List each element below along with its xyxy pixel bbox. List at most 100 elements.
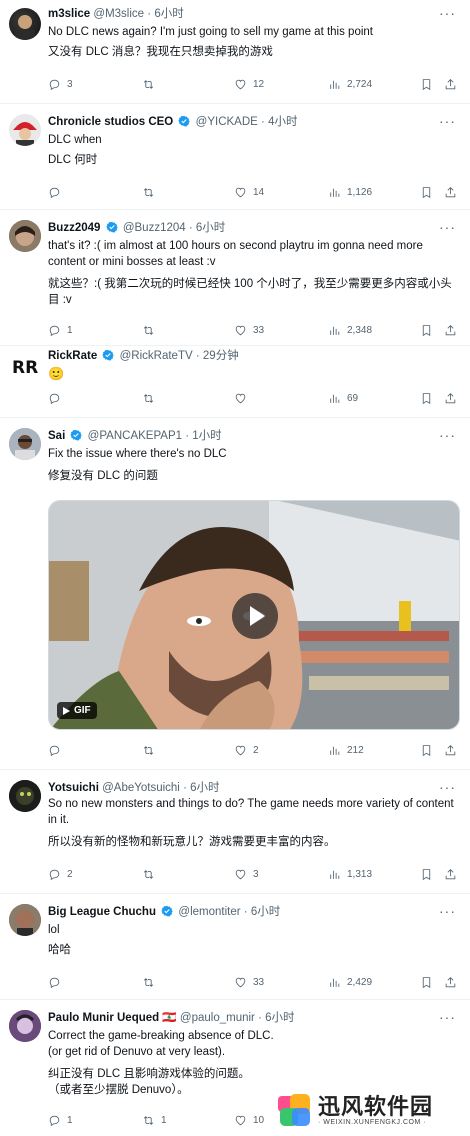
- reply-button[interactable]: [48, 392, 67, 405]
- more-options-icon[interactable]: ···: [439, 1010, 456, 1024]
- retweet-button[interactable]: [142, 324, 161, 337]
- timestamp[interactable]: 6小时: [251, 906, 280, 918]
- display-name[interactable]: m3slice: [48, 8, 90, 20]
- retweet-button[interactable]: 1: [142, 1114, 167, 1127]
- views-button[interactable]: 2,724: [328, 78, 372, 91]
- bookmark-button[interactable]: [420, 186, 433, 199]
- more-options-icon[interactable]: ···: [439, 6, 456, 20]
- more-options-icon[interactable]: ···: [439, 904, 456, 918]
- tweet-card[interactable]: Sai @PANCAKEPAP1 · 1小时 ··· Fix the issue…: [0, 418, 470, 770]
- timestamp[interactable]: 6小时: [190, 782, 219, 794]
- timestamp[interactable]: 1小时: [192, 430, 221, 442]
- retweet-button[interactable]: [142, 78, 161, 91]
- more-options-icon[interactable]: ···: [439, 428, 456, 442]
- views-button[interactable]: 2,348: [328, 324, 372, 337]
- like-button[interactable]: 3: [234, 868, 259, 881]
- views-button[interactable]: 212: [328, 744, 364, 757]
- reply-button[interactable]: [48, 976, 67, 989]
- views-button[interactable]: 1,126: [328, 186, 372, 199]
- gif-media[interactable]: GIF: [48, 500, 460, 730]
- like-button[interactable]: 2: [234, 744, 259, 757]
- display-name[interactable]: Buzz2049: [48, 222, 100, 234]
- timestamp[interactable]: 4小时: [268, 116, 297, 128]
- like-button[interactable]: 10: [234, 1114, 264, 1127]
- tweet-text-en: (or get rid of Denuvo at very least).: [48, 1046, 226, 1058]
- more-options-icon[interactable]: ···: [439, 220, 456, 234]
- like-button[interactable]: 33: [234, 324, 264, 337]
- tweet-card[interactable]: Big League Chuchu @lemontiter · 6小时 ··· …: [0, 894, 470, 1000]
- bookmark-button[interactable]: [420, 78, 433, 91]
- user-handle[interactable]: @AbeYotsuichi: [102, 782, 180, 794]
- like-button[interactable]: 33: [234, 976, 264, 989]
- avatar[interactable]: [9, 114, 41, 146]
- action-bar: 2 3 1,313: [48, 868, 468, 886]
- reply-button[interactable]: 3: [48, 78, 73, 91]
- user-handle[interactable]: @Buzz1204: [123, 222, 186, 234]
- avatar-image: [9, 904, 41, 936]
- share-button[interactable]: [444, 186, 457, 199]
- like-button[interactable]: [234, 392, 253, 405]
- more-options-icon[interactable]: ···: [439, 114, 456, 128]
- timestamp[interactable]: 6小时: [154, 8, 183, 20]
- retweet-button[interactable]: [142, 186, 161, 199]
- tweet-card[interactable]: RR RickRate @RickRateTV · 29分钟 🙂 69: [0, 346, 470, 418]
- user-handle[interactable]: @RickRateTV: [120, 350, 193, 362]
- tweet-card[interactable]: Buzz2049 @Buzz1204 · 6小时 ··· that's it? …: [0, 210, 470, 346]
- retweet-button[interactable]: [142, 392, 161, 405]
- share-button[interactable]: [444, 744, 457, 757]
- bookmark-button[interactable]: [420, 324, 433, 337]
- reply-button[interactable]: 2: [48, 868, 73, 881]
- avatar[interactable]: [9, 428, 41, 460]
- retweet-button[interactable]: [142, 976, 161, 989]
- avatar[interactable]: [9, 8, 41, 40]
- reply-button[interactable]: [48, 186, 67, 199]
- avatar[interactable]: RR: [9, 350, 41, 382]
- share-button[interactable]: [444, 868, 457, 881]
- share-button[interactable]: [444, 78, 457, 91]
- display-name[interactable]: Big League Chuchu: [48, 906, 156, 918]
- views-button[interactable]: 1,313: [328, 868, 372, 881]
- share-button[interactable]: [444, 976, 457, 989]
- bookmark-button[interactable]: [420, 976, 433, 989]
- user-handle[interactable]: @paulo_munir: [180, 1012, 255, 1024]
- bookmark-button[interactable]: [420, 868, 433, 881]
- bookmark-button[interactable]: [420, 392, 433, 405]
- share-button[interactable]: [444, 324, 457, 337]
- user-handle[interactable]: @YICKADE: [196, 116, 258, 128]
- avatar-image: [9, 428, 41, 460]
- avatar[interactable]: [9, 780, 41, 812]
- user-handle[interactable]: @lemontiter: [178, 906, 240, 918]
- like-button[interactable]: 12: [234, 78, 264, 91]
- avatar[interactable]: [9, 904, 41, 936]
- reply-button[interactable]: 1: [48, 324, 73, 337]
- user-handle[interactable]: @PANCAKEPAP1: [88, 430, 182, 442]
- display-name[interactable]: Yotsuichi: [48, 782, 99, 794]
- retweet-button[interactable]: [142, 868, 161, 881]
- bookmark-button[interactable]: [420, 744, 433, 757]
- avatar[interactable]: [9, 1010, 41, 1042]
- reply-button[interactable]: 1: [48, 1114, 73, 1127]
- gif-badge[interactable]: GIF: [57, 702, 97, 719]
- display-name[interactable]: Chronicle studios CEO: [48, 116, 173, 128]
- display-name[interactable]: Sai: [48, 430, 65, 442]
- reply-button[interactable]: [48, 744, 67, 757]
- like-icon: [234, 868, 247, 881]
- play-button[interactable]: [232, 593, 278, 639]
- like-button[interactable]: 14: [234, 186, 264, 199]
- display-name[interactable]: RickRate: [48, 350, 97, 362]
- more-options-icon[interactable]: ···: [439, 780, 456, 794]
- timestamp[interactable]: 29分钟: [203, 350, 239, 362]
- timestamp[interactable]: 6小时: [196, 222, 225, 234]
- share-button[interactable]: [444, 392, 457, 405]
- tweet-card[interactable]: m3slice @M3slice · 6小时 ··· No DLC news a…: [0, 0, 470, 104]
- user-handle[interactable]: @M3slice: [93, 8, 144, 20]
- tweet-header: Yotsuichi @AbeYotsuichi · 6小时: [48, 782, 220, 794]
- display-name[interactable]: Paulo Munir Uequed: [48, 1012, 159, 1024]
- avatar[interactable]: [9, 220, 41, 252]
- retweet-button[interactable]: [142, 744, 161, 757]
- views-button[interactable]: 2,429: [328, 976, 372, 989]
- tweet-card[interactable]: Chronicle studios CEO @YICKADE · 4小时 ···…: [0, 104, 470, 210]
- views-button[interactable]: 69: [328, 392, 358, 405]
- timestamp[interactable]: 6小时: [265, 1012, 294, 1024]
- tweet-card[interactable]: Yotsuichi @AbeYotsuichi · 6小时 ··· So no …: [0, 770, 470, 894]
